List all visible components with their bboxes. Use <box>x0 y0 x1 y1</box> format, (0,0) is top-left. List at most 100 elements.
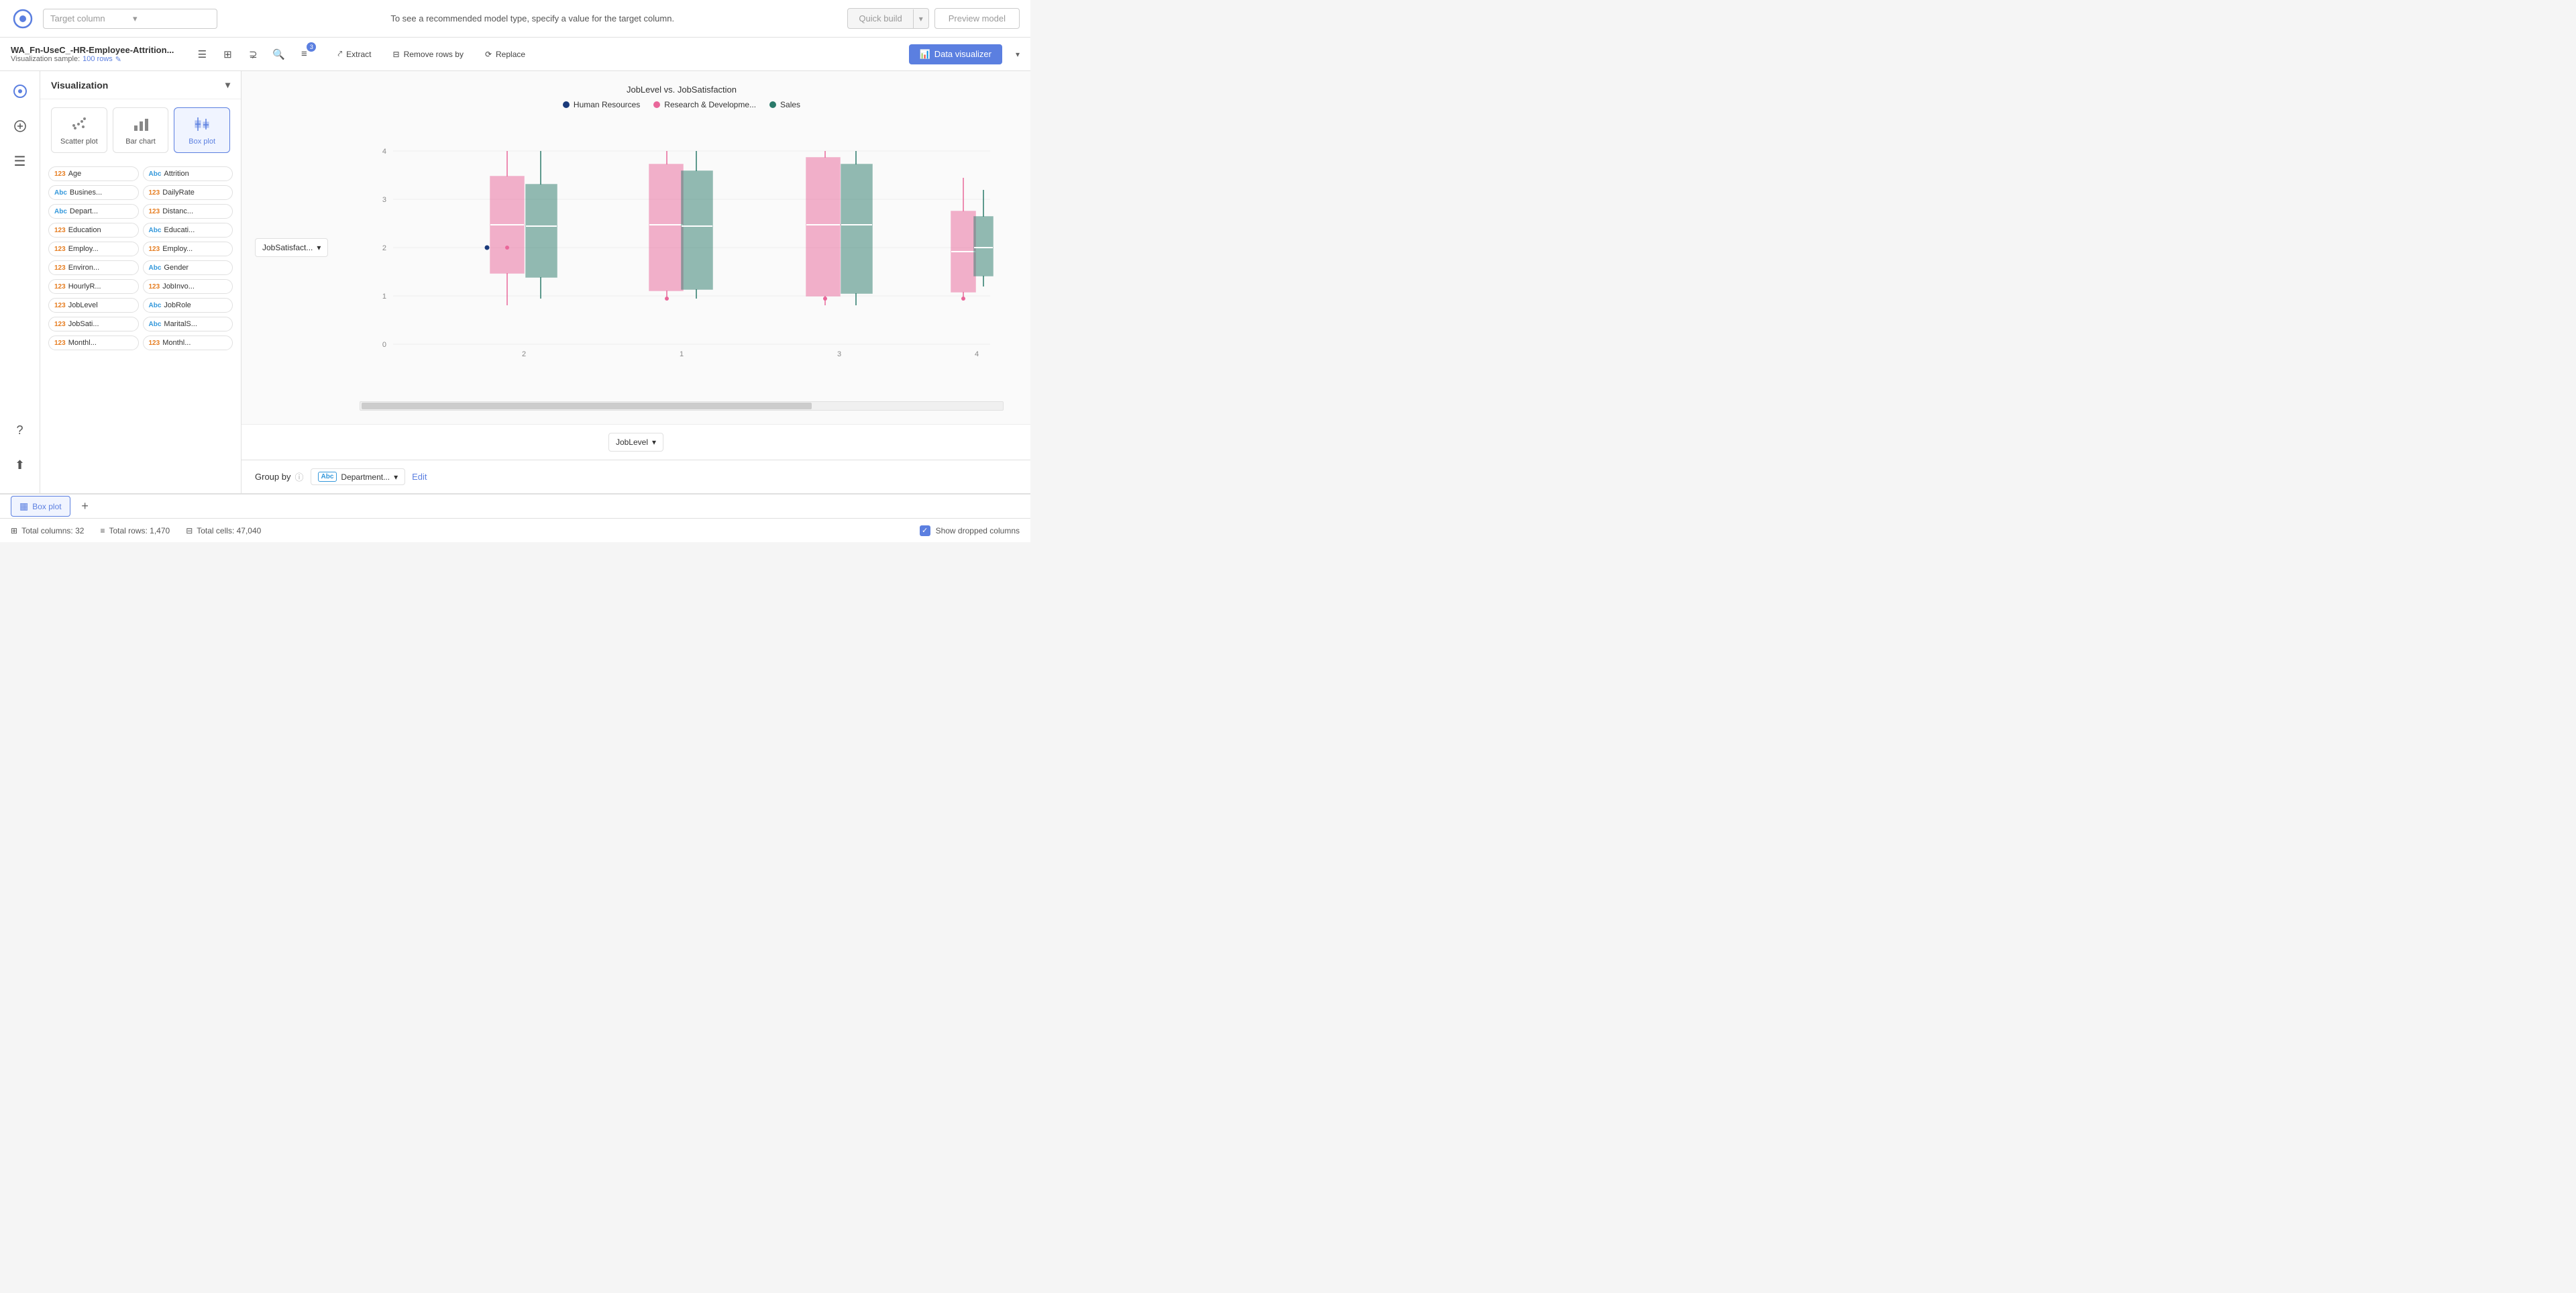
status-bar: ⊞ Total columns: 32 ≡ Total rows: 1,470 … <box>0 518 1030 542</box>
list-item[interactable]: AbcBusines... <box>48 185 139 200</box>
col-name: MaritalS... <box>164 320 197 328</box>
col-name: Gender <box>164 264 189 272</box>
search-icon[interactable]: 🔍 <box>269 45 288 64</box>
box-plot-type[interactable]: Box plot <box>174 107 230 153</box>
list-item[interactable]: 123Distanc... <box>143 204 233 219</box>
col-name: JobInvo... <box>162 282 195 291</box>
col-name: Attrition <box>164 170 189 178</box>
list-item[interactable]: 123Education <box>48 223 139 238</box>
replace-icon: ⟳ <box>485 50 492 59</box>
file-name: WA_Fn-UseC_-HR-Employee-Attrition... <box>11 45 174 55</box>
data-viz-icon: 📊 <box>920 49 930 60</box>
list-item[interactable]: 123JobLevel <box>48 298 139 313</box>
total-rows-status: ≡ Total rows: 1,470 <box>100 526 170 535</box>
sidebar-menu-icon[interactable]: ☰ <box>8 149 32 173</box>
sample-rows-link[interactable]: 100 rows <box>83 55 113 63</box>
x-axis-dropdown[interactable]: JobLevel ▾ <box>608 433 663 452</box>
edit-sample-icon[interactable]: ✎ <box>115 55 121 64</box>
col-type-badge: Abc <box>54 208 67 215</box>
list-item[interactable]: 123JobInvo... <box>143 279 233 294</box>
sidebar-help-icon[interactable]: ? <box>8 418 32 442</box>
list-item[interactable]: 123Age <box>48 166 139 181</box>
list-view-icon[interactable]: ☰ <box>193 45 211 64</box>
data-visualizer-button[interactable]: 📊 Data visualizer <box>909 44 1002 64</box>
list-item[interactable]: 123JobSati... <box>48 317 139 331</box>
sidebar-home-icon[interactable] <box>8 79 32 103</box>
legend-label-rd: Research & Developme... <box>664 100 756 109</box>
legend-dot-rd <box>653 101 660 108</box>
y-axis-dropdown[interactable]: JobSatisfact... ▾ <box>255 238 328 257</box>
col-type-badge: Abc <box>149 321 162 328</box>
col-type-badge: 123 <box>54 264 66 272</box>
list-item[interactable]: 123Monthl... <box>48 335 139 350</box>
target-column-placeholder: Target column <box>50 13 127 23</box>
svg-text:3: 3 <box>837 350 841 358</box>
list-item[interactable]: AbcJobRole <box>143 298 233 313</box>
col-type-badge: 123 <box>54 246 66 253</box>
replace-button[interactable]: ⟳ Replace <box>480 47 531 62</box>
col-type-badge: 123 <box>54 340 66 347</box>
col-type-badge: 123 <box>54 302 66 309</box>
remove-rows-button[interactable]: ⊟ Remove rows by <box>388 47 469 62</box>
preview-model-button[interactable]: Preview model <box>934 8 1020 29</box>
extract-button[interactable]: ⤤ Extract <box>332 46 376 62</box>
top-bar: Target column ▾ To see a recommended mod… <box>0 0 1030 38</box>
collapse-icon[interactable]: ▾ <box>1016 50 1020 59</box>
target-column-chevron: ▾ <box>133 13 210 24</box>
box-plot-tab-label: Box plot <box>32 502 61 511</box>
list-item[interactable]: 123HourlyR... <box>48 279 139 294</box>
list-item[interactable]: 123Monthl... <box>143 335 233 350</box>
grid-view-icon[interactable]: ⊞ <box>218 45 237 64</box>
top-bar-hint: To see a recommended model type, specify… <box>225 13 839 23</box>
quick-build-button[interactable]: Quick build ▾ <box>847 8 928 29</box>
group-by-row: Group by ⓘ Abc Department... ▾ Edit <box>241 460 1030 493</box>
list-item[interactable]: AbcGender <box>143 260 233 275</box>
show-dropped-columns[interactable]: ✓ Show dropped columns <box>920 525 1020 536</box>
y-axis-selector: JobSatisfact... ▾ <box>255 85 335 411</box>
add-tab-button[interactable]: + <box>76 497 95 516</box>
list-item[interactable]: 123Employ... <box>48 242 139 256</box>
col-type-badge: 123 <box>54 227 66 234</box>
list-item[interactable]: 123DailyRate <box>143 185 233 200</box>
list-item[interactable]: AbcEducati... <box>143 223 233 238</box>
bottom-tabs: ▦ Box plot + <box>0 494 1030 518</box>
group-by-select[interactable]: Abc Department... ▾ <box>311 468 406 485</box>
svg-text:2: 2 <box>522 350 526 358</box>
chart-scroll-bar[interactable] <box>360 401 1004 411</box>
svg-text:4: 4 <box>975 350 979 358</box>
viz-panel-collapse[interactable]: ▾ <box>225 79 230 91</box>
list-item[interactable]: AbcAttrition <box>143 166 233 181</box>
y-axis-chevron: ▾ <box>317 243 321 252</box>
col-name: HourlyR... <box>68 282 101 291</box>
viz-panel-header: Visualization ▾ <box>40 71 241 99</box>
sidebar-upload-icon[interactable]: ⬆ <box>8 453 32 477</box>
col-type-badge: 123 <box>149 246 160 253</box>
cells-icon: ⊟ <box>186 526 193 535</box>
columns-icon[interactable]: ≡ 3 <box>294 45 313 64</box>
chart-svg-wrapper: 4 3 2 1 0 2 1 3 4 <box>346 117 1017 401</box>
chart-wrapper: JobLevel vs. JobSatisfaction Human Resou… <box>346 85 1017 411</box>
bar-chart-type[interactable]: Bar chart <box>113 107 169 153</box>
svg-text:1: 1 <box>680 350 684 358</box>
list-item[interactable]: 123Employ... <box>143 242 233 256</box>
check-icon: ✓ <box>922 526 928 535</box>
bar-chart-label: Bar chart <box>125 138 156 146</box>
bottom-area: ▦ Box plot + ⊞ Total columns: 32 ≡ Total… <box>0 493 1030 542</box>
target-column-select[interactable]: Target column ▾ <box>43 9 217 29</box>
app-logo[interactable] <box>11 7 35 31</box>
edit-group-by-link[interactable]: Edit <box>412 472 427 482</box>
col-type-badge: Abc <box>149 302 162 309</box>
list-item[interactable]: AbcDepart... <box>48 204 139 219</box>
quick-build-arrow[interactable]: ▾ <box>913 9 928 28</box>
legend-dot-sales <box>769 101 776 108</box>
list-item[interactable]: 123Environ... <box>48 260 139 275</box>
grid-icon: ⊞ <box>11 526 17 535</box>
filter-icon[interactable]: ⊋ <box>244 45 262 64</box>
sidebar-nav-icon[interactable] <box>8 114 32 138</box>
svg-text:0: 0 <box>382 341 386 349</box>
scatter-plot-type[interactable]: Scatter plot <box>51 107 107 153</box>
chart-main: JobSatisfact... ▾ JobLevel vs. JobSatisf… <box>241 71 1030 424</box>
list-item[interactable]: AbcMaritalS... <box>143 317 233 331</box>
box-plot-tab[interactable]: ▦ Box plot <box>11 496 70 517</box>
show-dropped-checkbox[interactable]: ✓ <box>920 525 930 536</box>
